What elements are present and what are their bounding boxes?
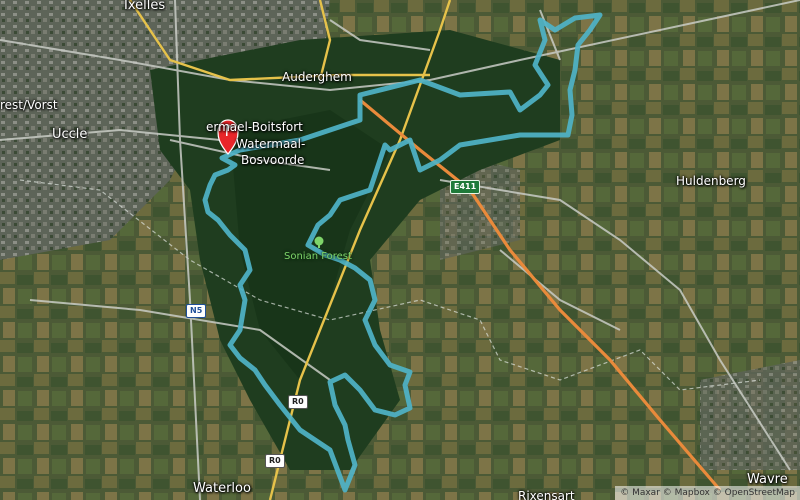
map-view[interactable]: Ixelles Auderghem rest/Vorst Uccle ermae… (0, 0, 800, 500)
place-label-watermael-boitsfort-1: ermael-Boitsfort (206, 120, 303, 134)
place-label-auderghem: Auderghem (282, 70, 352, 84)
place-label-wavre: Wavre (747, 472, 788, 487)
place-label-waterloo: Waterloo (193, 481, 251, 496)
map-canvas[interactable] (0, 0, 800, 500)
road-shield-e411: E411 (450, 180, 481, 194)
road-shield-r0-b: R0 (265, 454, 285, 468)
road-shield-n5: N5 (186, 304, 207, 318)
place-label-huldenberg: Huldenberg (676, 174, 746, 188)
map-attribution[interactable]: © Maxar © Mapbox © OpenStreetMap (615, 486, 800, 500)
place-label-watermael-boitsfort-3: Bosvoorde (241, 153, 305, 167)
place-label-forest-vorst: rest/Vorst (0, 98, 58, 112)
road-shield-r0-a: R0 (288, 395, 308, 409)
place-label-rixensart: Rixensart (518, 489, 575, 500)
place-label-uccle: Uccle (52, 127, 88, 142)
place-label-watermael-boitsfort-2: Watermaal- (236, 137, 306, 151)
poi-label-sonian-forest: Sonian Forest (284, 251, 352, 262)
place-label-ixelles: Ixelles (124, 0, 166, 13)
